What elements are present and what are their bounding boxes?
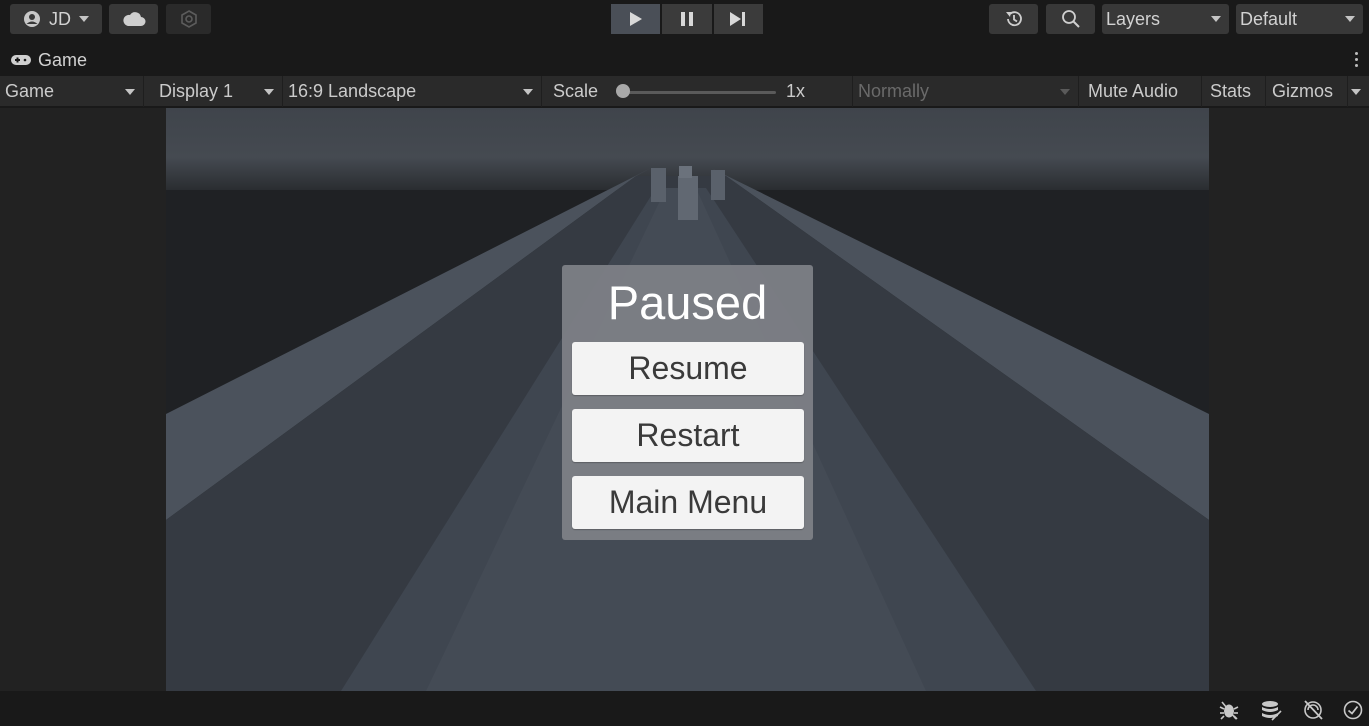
tab-label: Game	[38, 49, 88, 70]
layout-dropdown[interactable]: Default	[1236, 4, 1363, 34]
step-button[interactable]	[713, 4, 763, 34]
collab-icon	[180, 10, 197, 28]
mute-audio-toggle[interactable]: Mute Audio	[1079, 76, 1202, 107]
scale-slider-track[interactable]	[622, 91, 776, 94]
mute-audio-label: Mute Audio	[1088, 81, 1179, 101]
gizmos-label: Gizmos	[1272, 81, 1334, 101]
chevron-down-icon	[523, 89, 533, 95]
account-label: JD	[49, 8, 71, 29]
gizmos-dropdown[interactable]	[1348, 76, 1369, 107]
aspect-ratio-dropdown[interactable]: 16:9 Landscape	[283, 76, 542, 107]
main-menu-button[interactable]: Main Menu	[572, 476, 804, 529]
aspect-ratio-label: 16:9 Landscape	[288, 81, 417, 101]
progress-ok-icon[interactable]	[1342, 699, 1364, 721]
cloud-button[interactable]	[109, 4, 158, 34]
resume-button[interactable]: Resume	[572, 342, 804, 395]
debug-icon[interactable]	[1218, 699, 1240, 721]
play-focus-dropdown[interactable]: Normally	[853, 76, 1079, 107]
chevron-down-icon	[125, 89, 135, 95]
search-button[interactable]	[1046, 4, 1095, 34]
more-options-icon[interactable]	[1355, 52, 1359, 67]
layers-dropdown[interactable]: Layers	[1102, 4, 1229, 34]
account-dropdown[interactable]: JD	[10, 4, 102, 34]
cloud-icon	[122, 12, 145, 26]
restart-button[interactable]: Restart	[572, 409, 804, 462]
view-mode-label: Game	[5, 81, 55, 101]
collab-button[interactable]	[166, 4, 211, 34]
stats-label: Stats	[1210, 81, 1252, 101]
stats-toggle[interactable]: Stats	[1202, 76, 1266, 107]
step-icon	[730, 12, 746, 26]
window-tab-strip: Game	[0, 46, 1369, 74]
undo-history-button[interactable]	[989, 4, 1038, 34]
tab-game[interactable]: Game	[0, 46, 100, 74]
play-button[interactable]	[611, 4, 661, 34]
view-mode-dropdown[interactable]: Game	[0, 76, 144, 107]
chevron-down-icon	[1211, 16, 1221, 22]
main-toolbar: JD Layers Default	[0, 0, 1369, 40]
pause-button[interactable]	[662, 4, 712, 34]
chevron-down-icon	[1345, 16, 1355, 22]
chevron-down-icon	[1351, 89, 1361, 95]
scale-slider-handle[interactable]	[616, 84, 630, 98]
layout-label: Default	[1240, 8, 1298, 29]
pause-menu-panel: Paused Resume Restart Main Menu	[562, 265, 813, 540]
auto-generate-lighting-icon[interactable]	[1302, 699, 1324, 721]
chevron-down-icon	[264, 89, 274, 95]
display-dropdown[interactable]: Display 1	[144, 76, 283, 107]
display-label: Display 1	[159, 81, 234, 101]
cache-icon[interactable]	[1260, 699, 1282, 721]
status-bar	[0, 691, 1369, 726]
scale-value: 1x	[786, 81, 806, 101]
gamepad-icon	[11, 55, 31, 65]
gizmos-toggle[interactable]: Gizmos	[1266, 76, 1348, 107]
layers-label: Layers	[1106, 8, 1161, 29]
history-icon	[1005, 11, 1022, 27]
account-icon	[24, 11, 40, 27]
pause-title: Paused	[607, 276, 768, 329]
play-icon	[629, 12, 642, 26]
play-focus-label: Normally	[858, 81, 930, 101]
pause-icon	[680, 12, 693, 26]
chevron-down-icon	[79, 16, 89, 22]
scale-label: Scale	[553, 81, 599, 101]
search-icon	[1061, 10, 1080, 28]
playmode-controls	[611, 4, 763, 34]
chevron-down-icon	[1060, 89, 1070, 95]
